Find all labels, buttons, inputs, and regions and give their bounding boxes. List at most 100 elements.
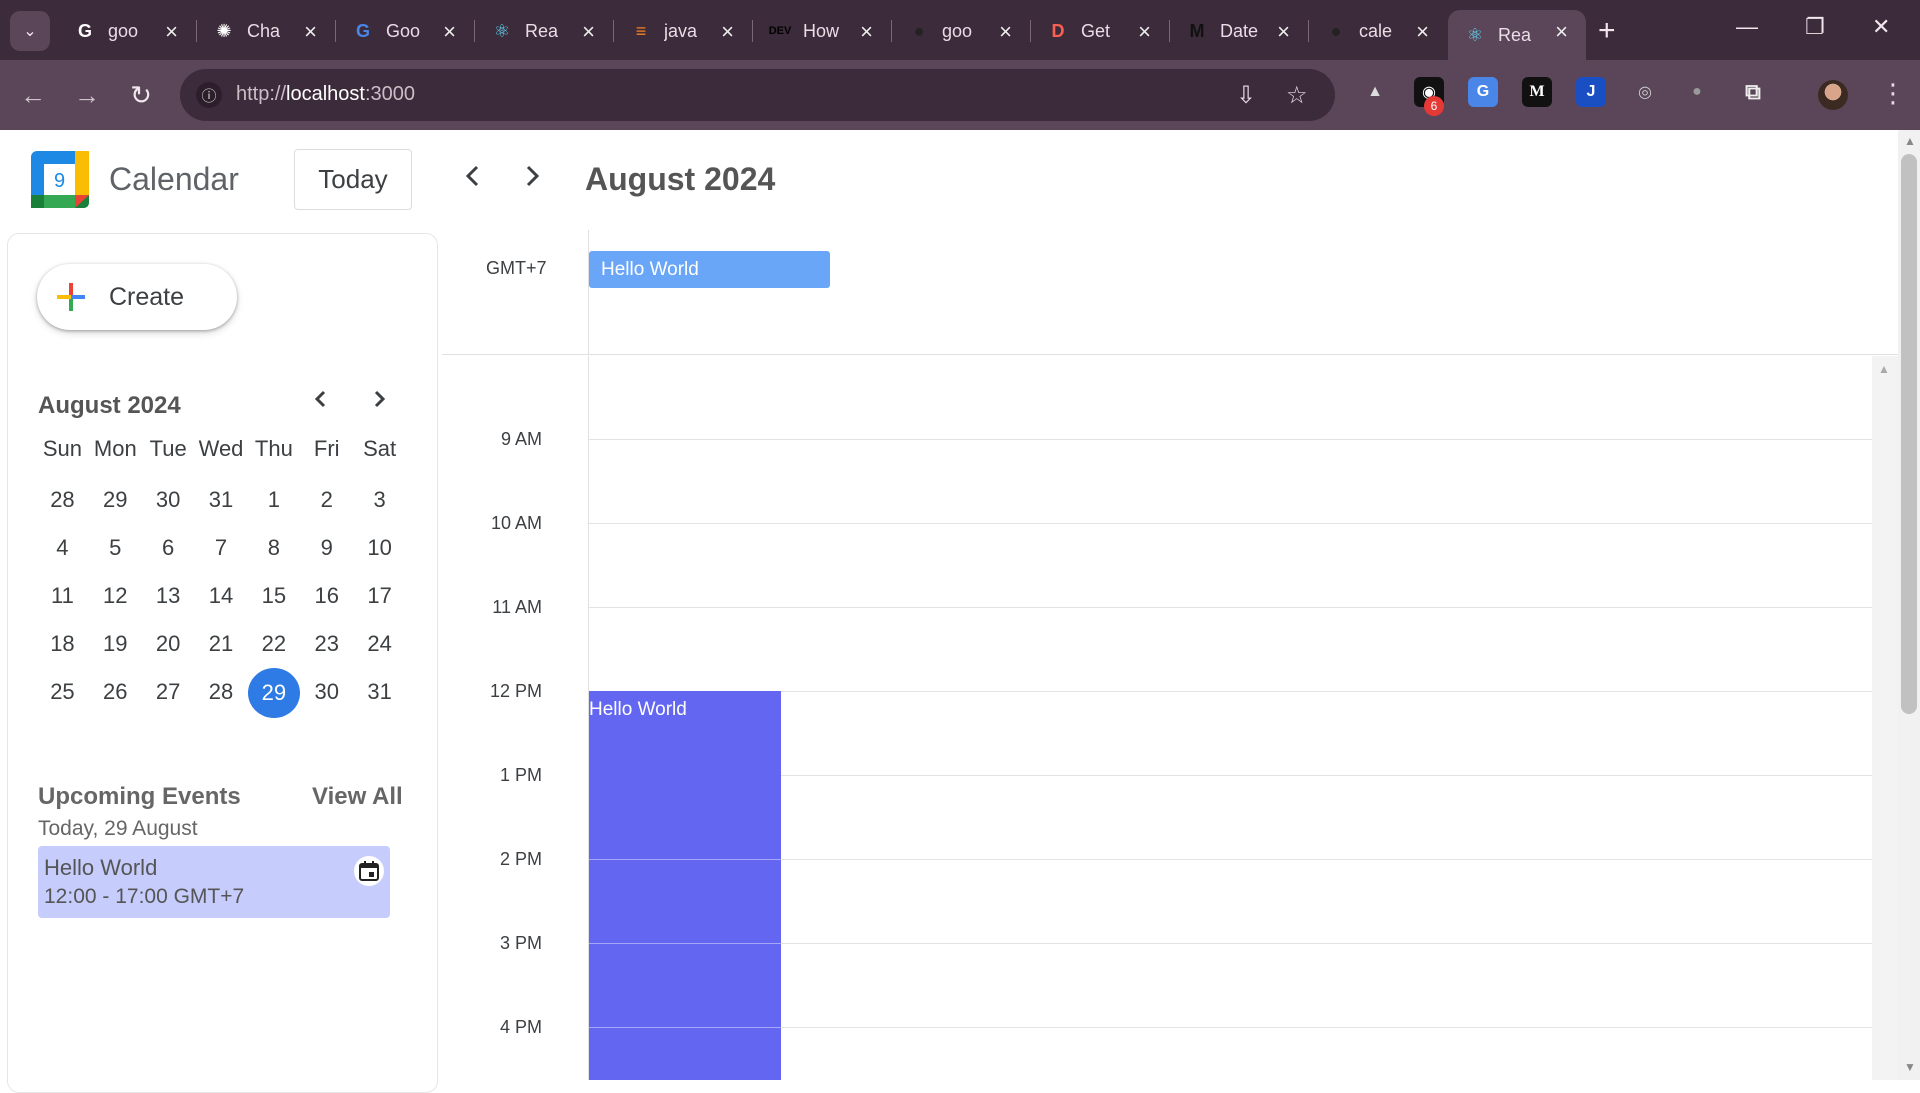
scrollbar-thumb[interactable]	[1901, 154, 1917, 714]
extensions-puzzle-icon[interactable]: ⧉	[1738, 77, 1768, 107]
extension-medium-icon[interactable]: M	[1522, 77, 1552, 107]
site-info-icon[interactable]: ⓘ	[196, 82, 222, 108]
mini-calendar-week: 11 12 13 14 15 16 17	[36, 572, 406, 620]
mini-calendar-day[interactable]: 2	[300, 476, 353, 524]
scroll-down-icon[interactable]: ▼	[1904, 1060, 1916, 1074]
mini-calendar-day[interactable]: 31	[195, 476, 248, 524]
mini-calendar-day[interactable]: 20	[142, 620, 195, 668]
close-tab-icon[interactable]: ×	[1416, 19, 1429, 45]
next-period-button[interactable]	[522, 162, 542, 196]
mini-calendar-day[interactable]: 26	[89, 668, 142, 716]
minimize-window-button[interactable]: —	[1736, 14, 1758, 40]
mini-calendar-day[interactable]: 9	[300, 524, 353, 572]
mini-calendar-day[interactable]: 8	[247, 524, 300, 572]
mini-calendar-day[interactable]: 29	[89, 476, 142, 524]
mini-calendar-day[interactable]: 18	[36, 620, 89, 668]
bookmark-star-icon[interactable]: ☆	[1286, 81, 1308, 110]
mini-calendar-day[interactable]: 17	[353, 572, 406, 620]
tab-title: goo	[942, 20, 973, 41]
install-app-icon[interactable]: ⇩	[1236, 81, 1256, 110]
page-scrollbar[interactable]: ▲ ▼	[1898, 130, 1920, 1080]
mini-calendar-day[interactable]: 4	[36, 524, 89, 572]
close-tab-icon[interactable]: ×	[1555, 19, 1568, 45]
mini-calendar-day[interactable]: 22	[247, 620, 300, 668]
browser-tab[interactable]: ≡ java ×	[614, 10, 752, 52]
scroll-up-icon[interactable]: ▲	[1904, 134, 1916, 148]
mini-calendar-day[interactable]: 25	[36, 668, 89, 716]
restore-window-button[interactable]: ❐	[1805, 14, 1825, 40]
mini-calendar-day[interactable]: 28	[195, 668, 248, 716]
address-bar[interactable]: ⓘ http://localhost:3000 ⇩ ☆	[180, 69, 1335, 121]
mini-calendar-day[interactable]: 5	[89, 524, 142, 572]
mini-prev-month-button[interactable]	[311, 387, 329, 418]
mini-calendar-day[interactable]: 1	[247, 476, 300, 524]
mini-calendar-day[interactable]: 30	[300, 668, 353, 716]
mini-calendar-day[interactable]: 6	[142, 524, 195, 572]
browser-menu-icon[interactable]: ⋮	[1880, 78, 1906, 109]
mini-calendar-day[interactable]: 7	[195, 524, 248, 572]
browser-tab[interactable]: DEV How ×	[753, 10, 891, 52]
mini-calendar-day[interactable]: 31	[353, 668, 406, 716]
prev-period-button[interactable]	[463, 162, 483, 196]
tab-search-button[interactable]: ⌄	[10, 11, 50, 51]
day-hour-grid[interactable]: ▲ 9 AM10 AM11 AM12 PM1 PM2 PM3 PM4 PM5 P…	[442, 356, 1898, 1080]
extension-j-icon[interactable]: J	[1576, 77, 1606, 107]
mini-calendar-day[interactable]: 16	[300, 572, 353, 620]
mini-calendar-day[interactable]: 11	[36, 572, 89, 620]
mini-calendar-day[interactable]: 13	[142, 572, 195, 620]
close-tab-icon[interactable]: ×	[999, 19, 1012, 45]
mini-calendar-day[interactable]: 3	[353, 476, 406, 524]
mini-calendar-day[interactable]: 23	[300, 620, 353, 668]
mini-calendar-day[interactable]: 27	[142, 668, 195, 716]
close-tab-icon[interactable]: ×	[1277, 19, 1290, 45]
mini-calendar-day[interactable]: 28	[36, 476, 89, 524]
browser-tab[interactable]: ● goo ×	[892, 10, 1030, 52]
mini-calendar-day[interactable]: 19	[89, 620, 142, 668]
browser-tab[interactable]: ⚛ Rea ×	[475, 10, 613, 52]
back-button[interactable]: ←	[16, 78, 50, 112]
timed-event-block[interactable]: Hello World	[589, 691, 781, 1080]
forward-button[interactable]: →	[70, 78, 104, 112]
calendar-event-icon[interactable]	[354, 856, 384, 886]
extension-translate-icon[interactable]: G	[1468, 77, 1498, 107]
extension-dropper-icon[interactable]: ●	[1682, 77, 1712, 107]
new-tab-button[interactable]: +	[1598, 14, 1616, 48]
close-tab-icon[interactable]: ×	[860, 19, 873, 45]
close-tab-icon[interactable]: ×	[165, 19, 178, 45]
extension-triangle-icon[interactable]: ▲	[1360, 77, 1390, 107]
create-button[interactable]: Create	[37, 264, 237, 330]
browser-tab[interactable]: ● cale ×	[1309, 10, 1447, 52]
mini-calendar-day[interactable]: 21	[195, 620, 248, 668]
browser-tab[interactable]: Ggoo ×	[58, 10, 196, 52]
mini-calendar-day[interactable]: 15	[247, 572, 300, 620]
mini-calendar-day[interactable]: 10	[353, 524, 406, 572]
browser-tab[interactable]: ✺ Cha ×	[197, 10, 335, 52]
browser-tab[interactable]: G Goo ×	[336, 10, 474, 52]
browser-tab[interactable]: M Date ×	[1170, 10, 1308, 52]
close-window-button[interactable]: ✕	[1872, 14, 1890, 40]
mini-calendar-day-selected[interactable]: 29	[247, 668, 300, 718]
browser-tab[interactable]: D Get ×	[1031, 10, 1169, 52]
weekday-label: Tue	[149, 436, 187, 461]
grid-scrollbar[interactable]: ▲	[1872, 356, 1898, 1080]
close-tab-icon[interactable]: ×	[1138, 19, 1151, 45]
reload-button[interactable]: ↻	[124, 78, 158, 112]
mini-calendar-day[interactable]: 14	[195, 572, 248, 620]
today-button[interactable]: Today	[294, 149, 412, 210]
mini-calendar-day[interactable]: 30	[142, 476, 195, 524]
close-tab-icon[interactable]: ×	[443, 19, 456, 45]
upcoming-event-card[interactable]: Hello World 12:00 - 17:00 GMT+7	[38, 846, 390, 918]
all-day-event[interactable]: Hello World	[589, 251, 830, 288]
view-all-link[interactable]: View All	[312, 783, 403, 811]
close-tab-icon[interactable]: ×	[582, 19, 595, 45]
extension-target-icon[interactable]: ◎	[1630, 77, 1660, 107]
mini-calendar-day[interactable]: 24	[353, 620, 406, 668]
browser-tab[interactable]: ⚛ Rea ×	[1448, 10, 1586, 60]
react-icon: ⚛	[493, 20, 511, 41]
mini-next-month-button[interactable]	[371, 387, 389, 418]
close-tab-icon[interactable]: ×	[304, 19, 317, 45]
profile-avatar[interactable]	[1818, 80, 1848, 110]
scroll-up-icon[interactable]: ▲	[1878, 362, 1890, 376]
mini-calendar-day[interactable]: 12	[89, 572, 142, 620]
close-tab-icon[interactable]: ×	[721, 19, 734, 45]
